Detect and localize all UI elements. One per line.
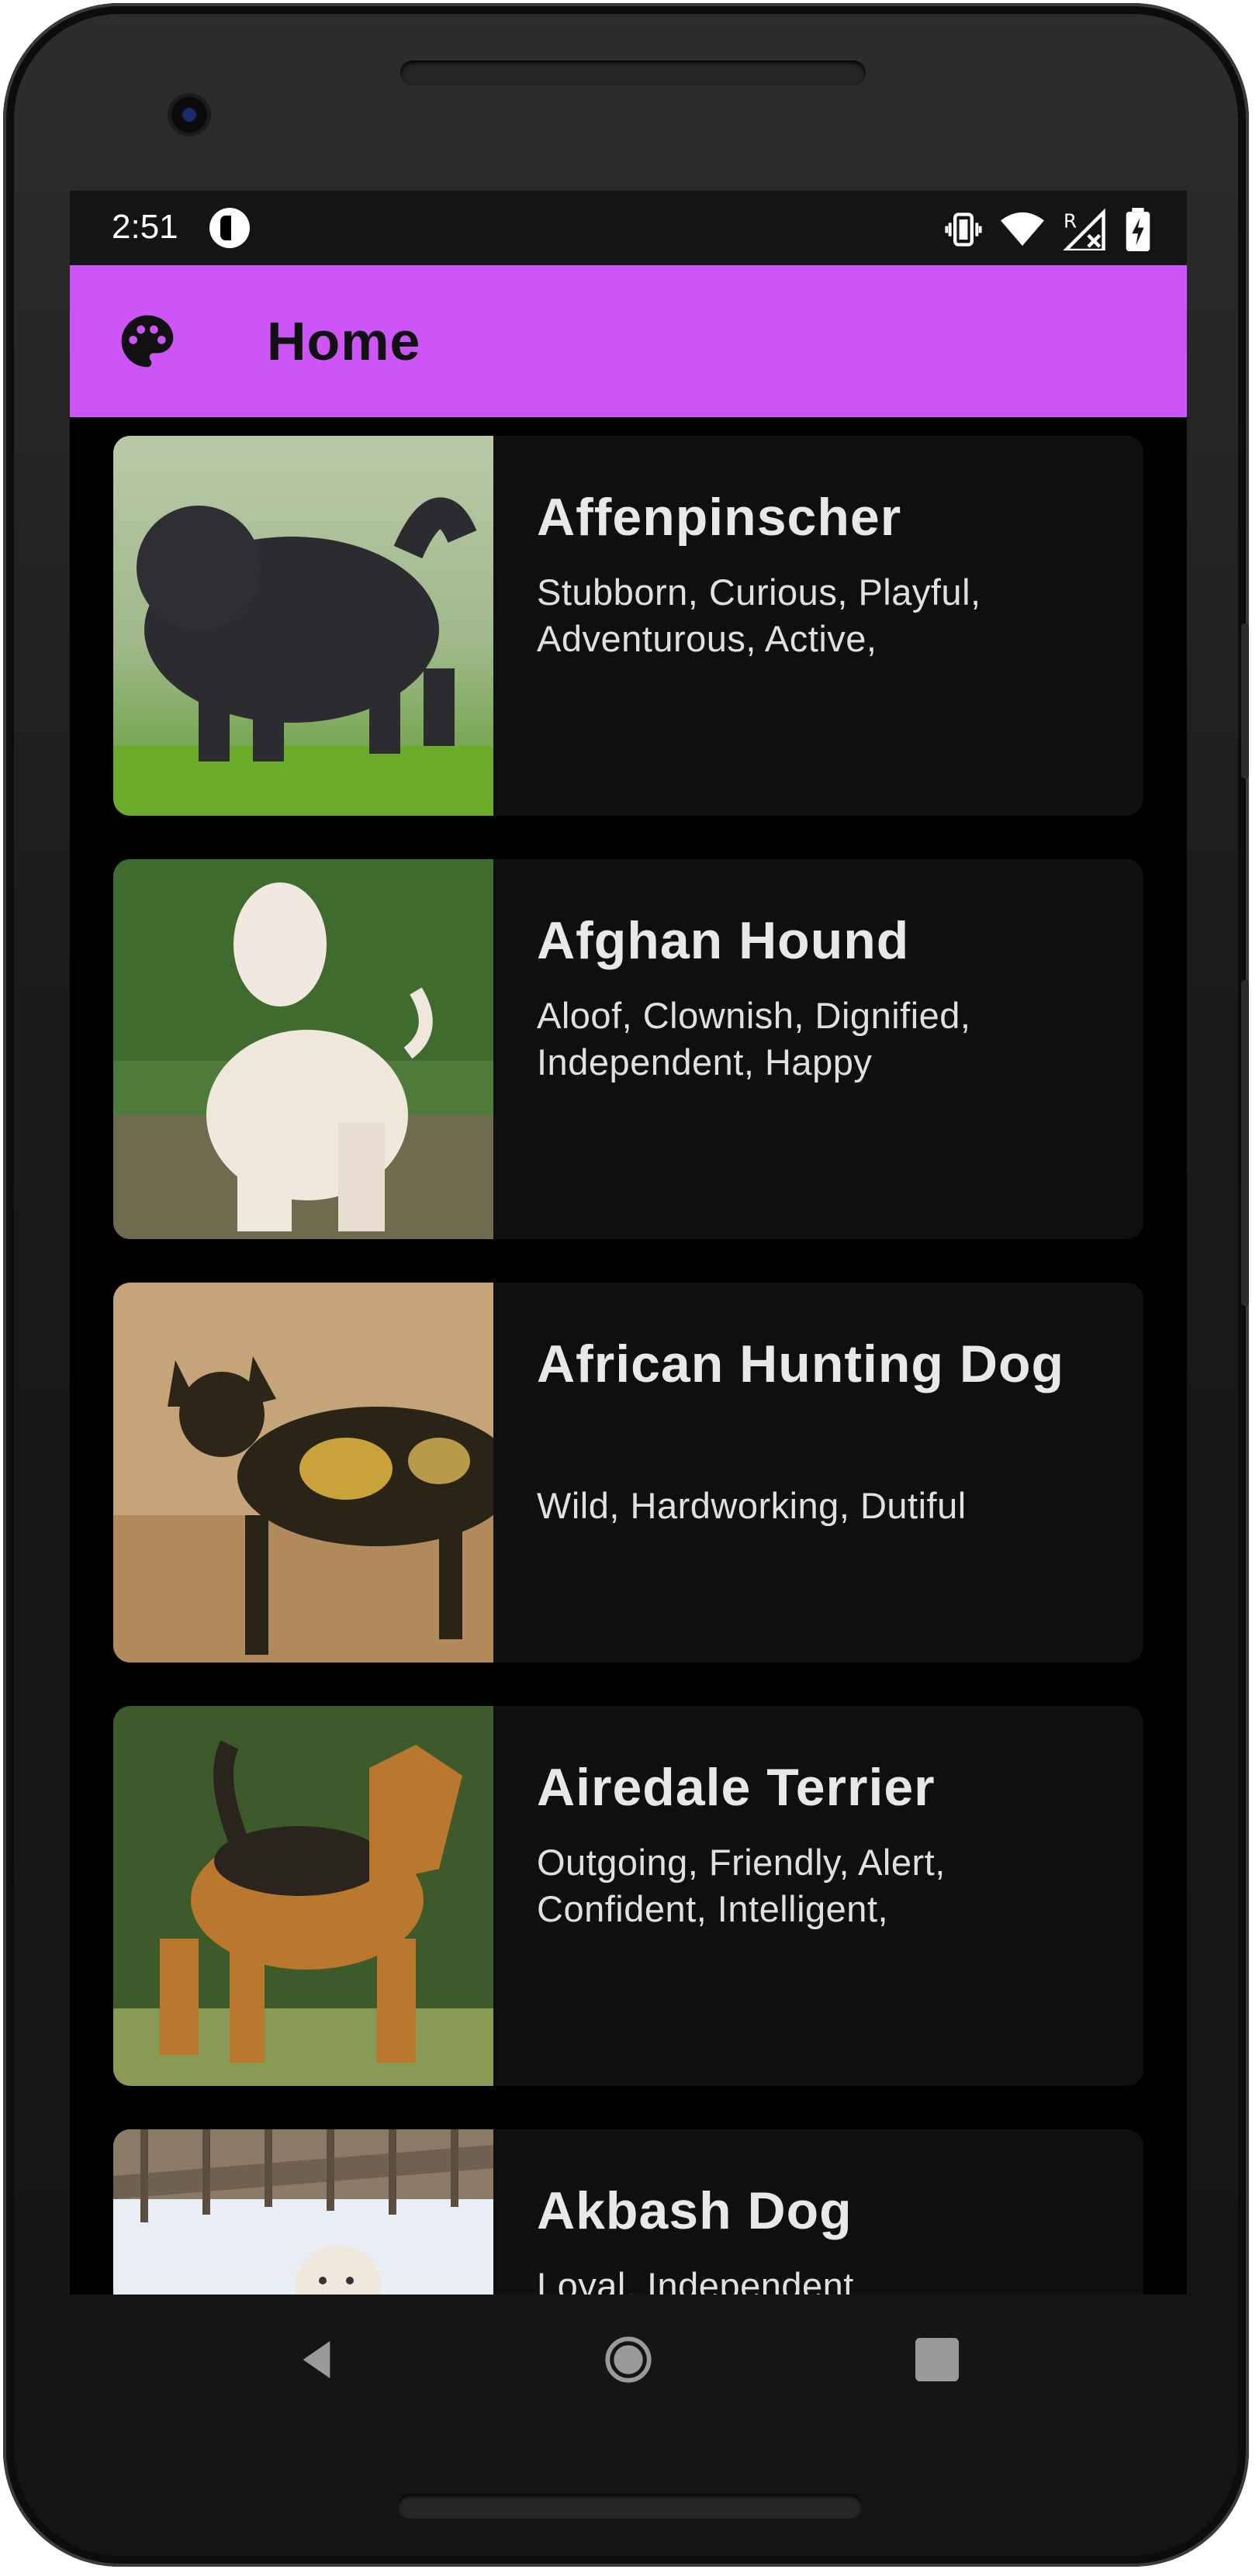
dog-card[interactable]: Airedale Terrier Outgoing, Friendly, Ale… [113, 1706, 1143, 2086]
dog-photo [113, 1283, 493, 1663]
signal-roaming-label: R [1064, 210, 1077, 233]
dog-name: African Hunting Dog [537, 1335, 1065, 1393]
vibrate-icon [945, 212, 982, 247]
recents-icon[interactable] [915, 2338, 959, 2381]
status-icons: R [943, 208, 1151, 251]
power-button [1241, 623, 1249, 779]
dog-photo [113, 859, 493, 1239]
dog-card[interactable]: African Hunting Dog Wild, Hardworking, D… [113, 1283, 1143, 1663]
dog-card[interactable]: Affenpinscher Stubborn, Curious, Playful… [113, 436, 1143, 816]
screen: 2:51 R Home Affenpinscher Stubborn, Curi… [70, 191, 1187, 2426]
dog-name: Akbash Dog [537, 2181, 853, 2240]
home-icon[interactable] [604, 2335, 653, 2384]
dog-traits: Wild, Hardworking, Dutiful [537, 1485, 967, 1526]
dog-name: Airedale Terrier [537, 1758, 936, 1817]
battery-icon [1126, 208, 1150, 251]
earpiece-speaker [400, 60, 866, 85]
volume-button [1241, 980, 1249, 1306]
dog-traits: Stubborn, Curious, Playful, Adventurous,… [537, 571, 981, 659]
back-icon[interactable] [295, 2335, 344, 2384]
bottom-speaker [397, 2494, 863, 2519]
dog-traits: Aloof, Clownish, Dignified, Independent,… [537, 995, 971, 1083]
page-title: Home [267, 311, 421, 371]
status-time: 2:51 [112, 208, 178, 246]
top-app-bar: Home [70, 265, 1187, 417]
front-camera [168, 93, 211, 136]
signal-icon: R [1063, 209, 1105, 250]
dog-photo [113, 436, 493, 816]
app-notification-icon [209, 208, 250, 248]
dog-name: Affenpinscher [537, 488, 902, 547]
status-bar: 2:51 R [70, 191, 1187, 265]
palette-icon[interactable] [116, 310, 178, 372]
wifi-icon [1001, 212, 1044, 246]
dog-photo [113, 1706, 493, 2086]
phone-frame: 2:51 R Home Affenpinscher Stubborn, Curi… [3, 3, 1249, 2567]
dog-name: Afghan Hound [537, 911, 910, 970]
dog-traits: Outgoing, Friendly, Alert, Confident, In… [537, 1842, 946, 1929]
navigation-bar [70, 2295, 1187, 2426]
dog-card[interactable]: Afghan Hound Aloof, Clownish, Dignified,… [113, 859, 1143, 1239]
